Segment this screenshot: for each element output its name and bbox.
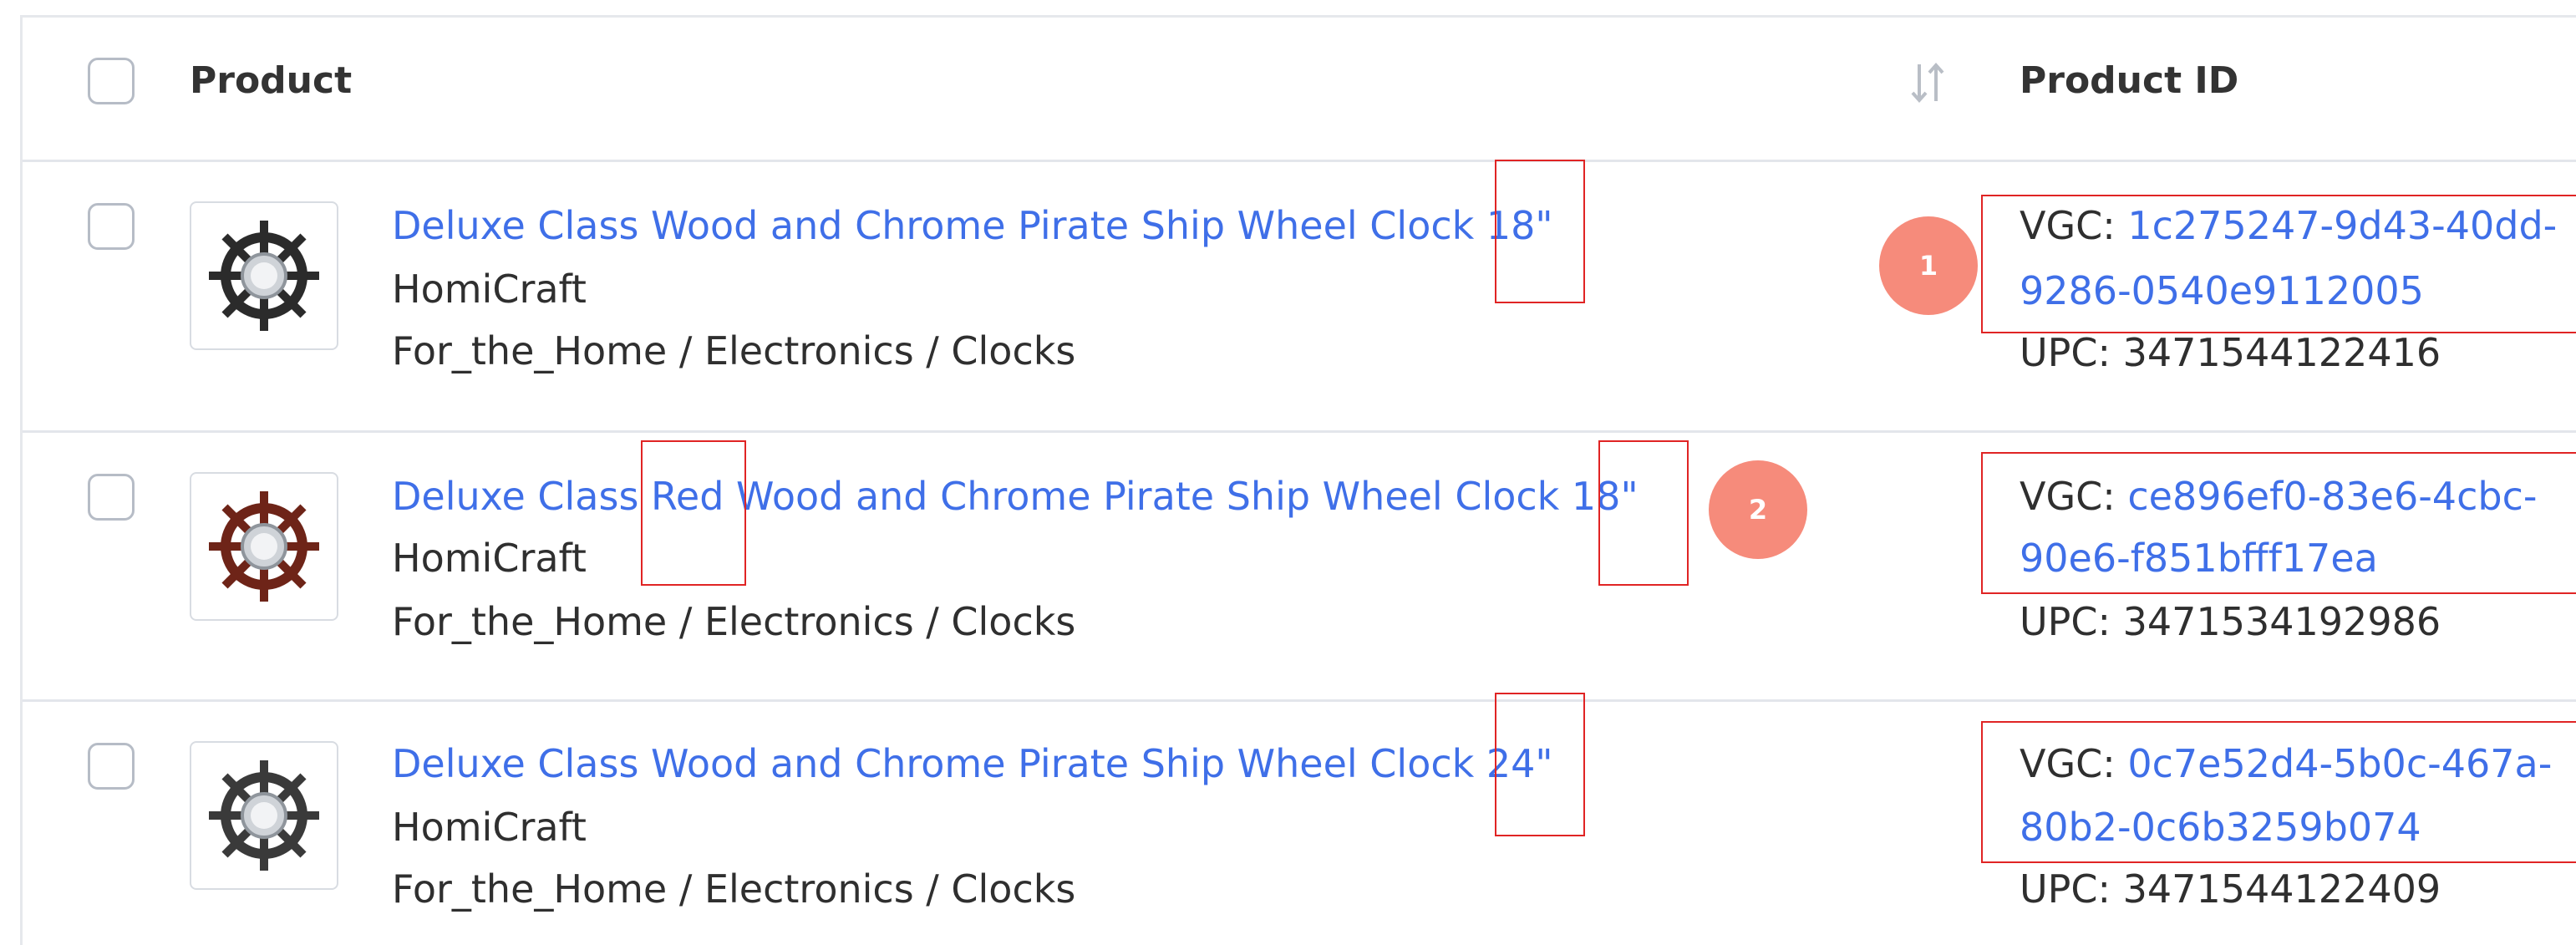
select-all-checkbox[interactable] — [88, 58, 135, 104]
product-brand: HomiCraft — [392, 805, 587, 850]
highlight-vgc-id — [1981, 452, 2576, 594]
row-divider — [23, 430, 2576, 433]
row-divider — [23, 699, 2576, 702]
highlight-vgc-id — [1981, 721, 2576, 863]
upc-id: UPC: 3471544122416 — [2020, 330, 2441, 375]
row-checkbox[interactable] — [88, 743, 135, 790]
ship-wheel-icon — [209, 221, 319, 331]
highlight-word-red — [641, 440, 746, 586]
highlight-size-24 — [1495, 693, 1585, 836]
ship-wheel-icon — [209, 491, 319, 602]
upc-id: UPC: 3471534192986 — [2020, 599, 2441, 644]
annotation-badge-1: 1 — [1879, 216, 1978, 315]
product-thumbnail[interactable] — [190, 201, 338, 350]
product-category: For_the_Home / Electronics / Clocks — [392, 599, 1076, 644]
product-table: Product Product ID Deluxe Class Wood and… — [20, 15, 2576, 945]
product-brand: HomiCraft — [392, 536, 587, 581]
highlight-size-18 — [1598, 440, 1689, 586]
highlight-vgc-id — [1981, 195, 2576, 333]
product-title-link[interactable]: Deluxe Class Wood and Chrome Pirate Ship… — [392, 741, 1553, 786]
annotation-badge-2: 2 — [1709, 460, 1807, 559]
product-category: For_the_Home / Electronics / Clocks — [392, 328, 1076, 373]
row-checkbox[interactable] — [88, 474, 135, 521]
product-id-column-header[interactable]: Product ID — [2020, 59, 2238, 102]
ship-wheel-icon — [209, 760, 319, 871]
header-divider — [23, 160, 2576, 162]
product-column-header[interactable]: Product — [190, 59, 352, 102]
product-thumbnail[interactable] — [190, 472, 338, 621]
row-checkbox[interactable] — [88, 203, 135, 250]
product-title-link[interactable]: Deluxe Class Wood and Chrome Pirate Ship… — [392, 203, 1553, 248]
upc-id: UPC: 3471544122409 — [2020, 866, 2441, 912]
product-category: For_the_Home / Electronics / Clocks — [392, 866, 1076, 912]
product-title-link[interactable]: Deluxe Class Red Wood and Chrome Pirate … — [392, 474, 1639, 519]
sort-icon[interactable] — [1908, 59, 1948, 106]
product-brand: HomiCraft — [392, 267, 587, 312]
highlight-size-18 — [1495, 160, 1585, 303]
product-thumbnail[interactable] — [190, 741, 338, 890]
